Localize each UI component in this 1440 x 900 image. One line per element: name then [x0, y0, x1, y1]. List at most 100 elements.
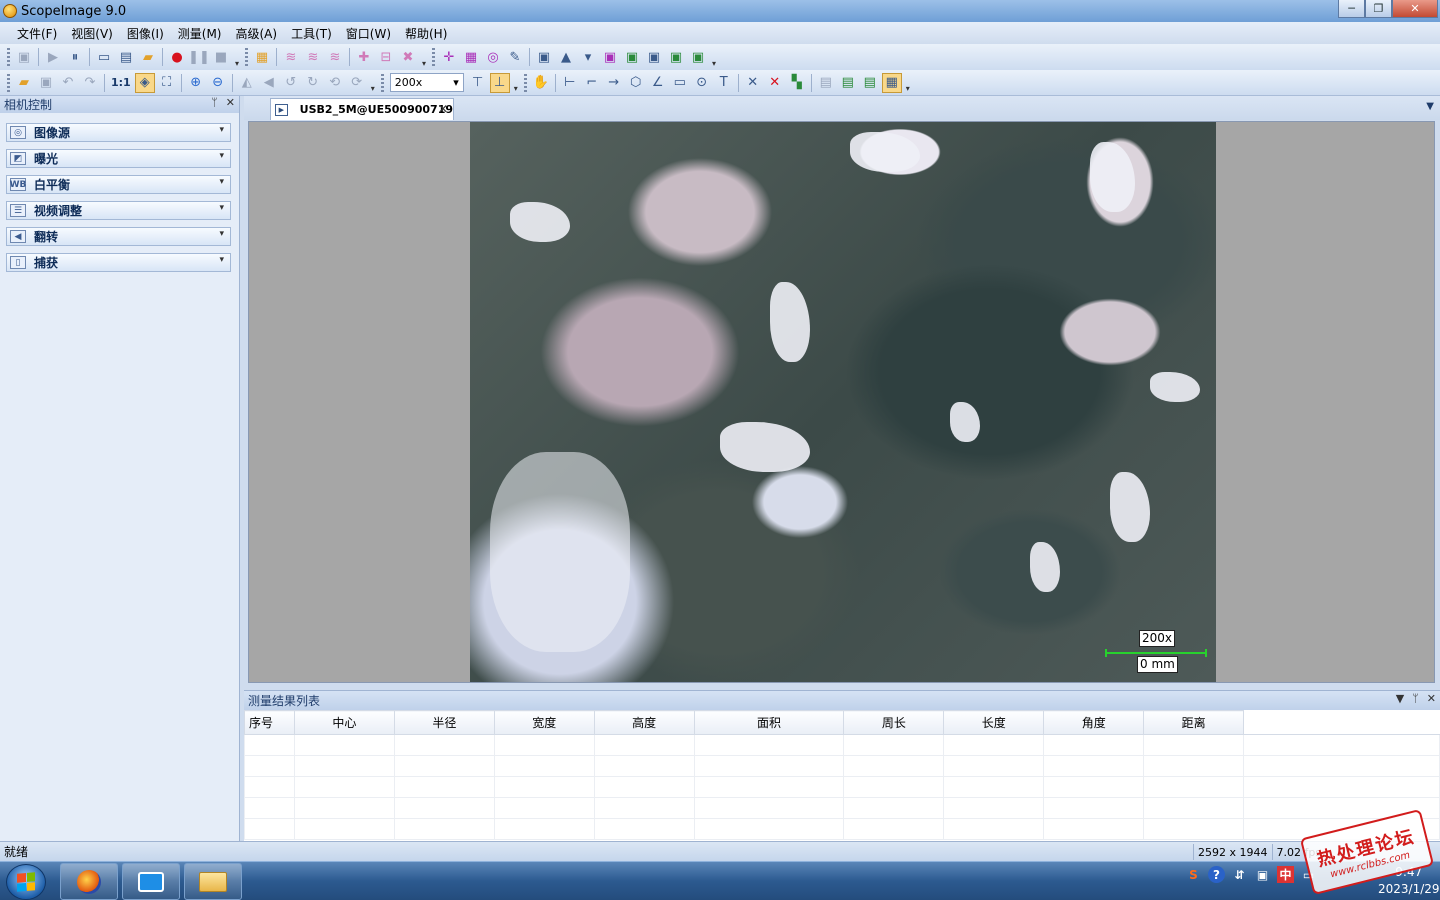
table-row[interactable] — [244, 734, 1440, 756]
line-measure-icon[interactable]: ⊢ — [560, 73, 580, 93]
start-button[interactable] — [6, 864, 46, 900]
layer-copy-icon[interactable]: ▤ — [860, 73, 880, 93]
toolbar-overflow-icon[interactable]: ▾ — [232, 59, 242, 70]
zoom-in-icon[interactable]: ⊕ — [186, 73, 206, 93]
rotate-left-icon[interactable]: ↺ — [281, 73, 301, 93]
open-file-icon[interactable]: ▰ — [14, 73, 34, 93]
tab-camera-view[interactable]: ▶ USB2_5M@UE500900719 ✕ — [270, 98, 454, 120]
column-header[interactable]: 宽度 — [493, 710, 595, 735]
column-header[interactable]: 周长 — [843, 710, 945, 735]
pause-camera-icon[interactable]: ⏸ — [65, 47, 85, 67]
menu-image[interactable]: 图像(I) — [120, 25, 171, 42]
toolbar-grip[interactable] — [432, 48, 435, 66]
filter-icon[interactable]: ▣ — [622, 47, 642, 67]
pan-hand-icon[interactable]: ✋ — [531, 73, 551, 93]
taskbar-firefox[interactable] — [60, 863, 118, 900]
tab-list-icon[interactable]: ▼ — [1426, 101, 1434, 112]
color-select-icon[interactable]: ▚ — [787, 73, 807, 93]
table-row[interactable] — [244, 755, 1440, 777]
toolbar-grip[interactable] — [380, 73, 384, 92]
batch-snapshot-icon[interactable]: ▤ — [116, 47, 136, 67]
play-icon[interactable]: ▶ — [43, 47, 63, 67]
enhance-icon[interactable]: ▣ — [666, 47, 686, 67]
menu-measure[interactable]: 测量(M) — [171, 25, 229, 42]
section-exposure[interactable]: ◩ 曝光 ▾ — [6, 149, 231, 168]
hdr-icon[interactable]: ≋ — [303, 47, 323, 67]
toolbar-overflow-icon[interactable]: ▾ — [419, 59, 429, 70]
record-icon[interactable]: ● — [167, 47, 187, 67]
pin-icon[interactable]: ᛘ — [1412, 692, 1419, 705]
stop-record-icon[interactable]: ■ — [211, 47, 231, 67]
layer-add-icon[interactable]: ▤ — [838, 73, 858, 93]
menu-help[interactable]: 帮助(H) — [398, 25, 454, 42]
flip-horizontal-icon[interactable]: ◀ — [259, 73, 279, 93]
stitch-icon[interactable]: ≋ — [325, 47, 345, 67]
layer-icon[interactable]: ▤ — [816, 73, 836, 93]
toolbar-overflow-icon[interactable]: ▾ — [903, 84, 913, 95]
delete-shape-icon[interactable]: ✕ — [743, 73, 763, 93]
actual-size-button[interactable]: 1:1 — [108, 76, 134, 89]
image-info-icon[interactable]: ▣ — [534, 47, 554, 67]
menu-advanced[interactable]: 高级(A) — [228, 25, 284, 42]
text-icon[interactable]: T — [714, 73, 734, 93]
pin-icon[interactable]: ᛘ — [211, 96, 218, 109]
toolbar-overflow-icon[interactable]: ▾ — [511, 84, 521, 95]
save-icon[interactable]: ▣ — [36, 73, 56, 93]
snapshot-icon[interactable]: ▭ — [94, 47, 114, 67]
angle-icon[interactable]: ∠ — [648, 73, 668, 93]
scale-bar[interactable] — [1105, 649, 1207, 657]
image-canvas[interactable]: 200x 0 mm — [248, 121, 1435, 683]
sogou-ime-icon[interactable]: S — [1185, 866, 1202, 883]
rotate-free-icon[interactable]: ⟳ — [347, 73, 367, 93]
close-icon[interactable]: ✕ — [1427, 692, 1436, 705]
section-flip[interactable]: ◀ 翻转 ▾ — [6, 227, 231, 246]
polygon-icon[interactable]: ⬡ — [626, 73, 646, 93]
maximize-button[interactable]: ❐ — [1365, 0, 1392, 18]
adjust-icon[interactable]: ▣ — [688, 47, 708, 67]
toolbar-grip[interactable] — [245, 48, 248, 66]
table-row[interactable] — [244, 776, 1440, 798]
target-icon[interactable]: ◎ — [483, 47, 503, 67]
microscope-live-image[interactable]: 200x 0 mm — [470, 122, 1216, 682]
camera-list-icon[interactable]: ▣ — [14, 47, 34, 67]
add-layer-icon[interactable]: ✚ — [354, 47, 374, 67]
ruler-icon[interactable]: ⊤ — [468, 73, 488, 93]
chinese-input-icon[interactable]: 中 — [1277, 866, 1294, 883]
taskbar-camera-app[interactable] — [122, 863, 180, 900]
column-header[interactable]: 面积 — [693, 710, 845, 735]
fit-window-icon[interactable]: ◈ — [134, 72, 155, 93]
circle-icon[interactable]: ⊙ — [692, 73, 712, 93]
open-folder-icon[interactable]: ▰ — [138, 47, 158, 67]
export-image-icon[interactable]: ▲ — [556, 47, 576, 67]
section-image-source[interactable]: ◎ 图像源 ▾ — [6, 123, 231, 142]
histogram-icon[interactable]: ▣ — [600, 47, 620, 67]
chevron-down-icon[interactable]: ▼ — [1396, 692, 1404, 705]
rectangle-icon[interactable]: ▭ — [670, 73, 690, 93]
tab-close-icon[interactable]: ✕ — [438, 102, 448, 116]
grid-overlay-icon[interactable]: ▦ — [461, 47, 481, 67]
network-icon[interactable]: ⇵ — [1231, 866, 1248, 883]
section-white-balance[interactable]: WB 白平衡 ▾ — [6, 175, 231, 194]
invert-icon[interactable]: ▣ — [644, 47, 664, 67]
menu-file[interactable]: 文件(F) — [10, 25, 64, 42]
rotate-180-icon[interactable]: ⟲ — [325, 73, 345, 93]
column-header[interactable]: 半径 — [393, 710, 495, 735]
menu-tools[interactable]: 工具(T) — [284, 25, 339, 42]
taskbar-file-explorer[interactable] — [184, 863, 242, 900]
merge-layer-icon[interactable]: ⊟ — [376, 47, 396, 67]
remove-layer-icon[interactable]: ✖ — [398, 47, 418, 67]
section-capture[interactable]: ▯ 捕获 ▾ — [6, 253, 231, 272]
column-header[interactable]: 序号 — [244, 710, 295, 735]
arrow-icon[interactable]: → — [604, 73, 624, 93]
column-header[interactable]: 高度 — [593, 710, 695, 735]
toolbar-grip[interactable] — [7, 73, 10, 92]
help-icon[interactable]: ? — [1208, 866, 1225, 883]
table-row[interactable] — [244, 797, 1440, 819]
scale-bar-icon[interactable]: ⊥ — [489, 72, 510, 93]
magnification-select[interactable]: 200x ▾ — [389, 73, 464, 92]
toolbar-overflow-icon[interactable]: ▾ — [709, 59, 719, 70]
toolbar-grip[interactable] — [523, 73, 527, 92]
zoom-out-icon[interactable]: ⊖ — [208, 73, 228, 93]
close-button[interactable]: ✕ — [1392, 0, 1438, 18]
dropdown-arrow-icon[interactable]: ▾ — [578, 47, 598, 67]
